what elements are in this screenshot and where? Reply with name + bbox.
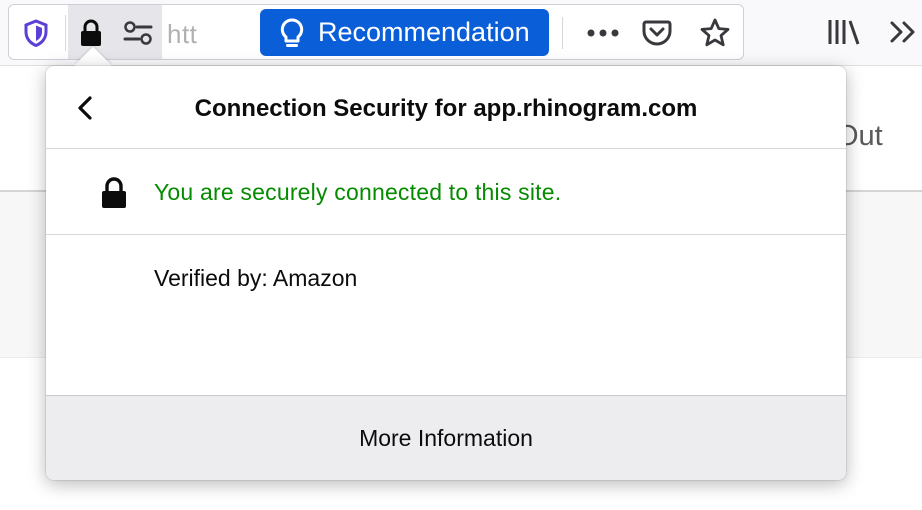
padlock-icon bbox=[81, 19, 101, 46]
more-information-button[interactable]: More Information bbox=[46, 395, 846, 480]
page-actions-button[interactable] bbox=[583, 17, 623, 49]
library-icon bbox=[828, 20, 860, 45]
bookmark-star-icon bbox=[700, 18, 730, 47]
urlbar-separator bbox=[562, 17, 563, 49]
permissions-button[interactable] bbox=[114, 5, 162, 59]
url-text[interactable]: htt bbox=[167, 19, 197, 50]
recommendation-button[interactable]: Recommendation bbox=[260, 9, 549, 56]
ellipsis-icon bbox=[587, 29, 619, 37]
chevron-double-right-icon bbox=[890, 21, 915, 43]
bookmark-star-button[interactable] bbox=[695, 15, 735, 51]
verified-by-text: Verified by: Amazon bbox=[154, 265, 358, 291]
panel-header: Connection Security for app.rhinogram.co… bbox=[46, 66, 846, 149]
pocket-button[interactable] bbox=[637, 15, 677, 51]
tracking-protection-shield-icon[interactable] bbox=[21, 18, 51, 48]
urlbar-separator bbox=[65, 15, 66, 51]
connection-security-panel: Connection Security for app.rhinogram.co… bbox=[46, 66, 846, 480]
library-button[interactable] bbox=[822, 14, 866, 50]
padlock-icon bbox=[102, 177, 126, 208]
secure-connection-message: You are securely connected to this site. bbox=[154, 179, 562, 205]
url-bar[interactable]: htt Recommendation bbox=[8, 4, 744, 60]
overflow-menu-button[interactable] bbox=[884, 14, 922, 50]
pocket-icon bbox=[642, 20, 672, 46]
panel-title: Connection Security for app.rhinogram.co… bbox=[194, 95, 698, 122]
permissions-toggle-icon bbox=[123, 21, 153, 45]
lightbulb-icon bbox=[272, 17, 312, 49]
browser-toolbar: htt Recommendation bbox=[0, 0, 922, 66]
secure-connection-row: You are securely connected to this site. bbox=[46, 149, 846, 235]
recommendation-label: Recommendation bbox=[318, 17, 530, 47]
